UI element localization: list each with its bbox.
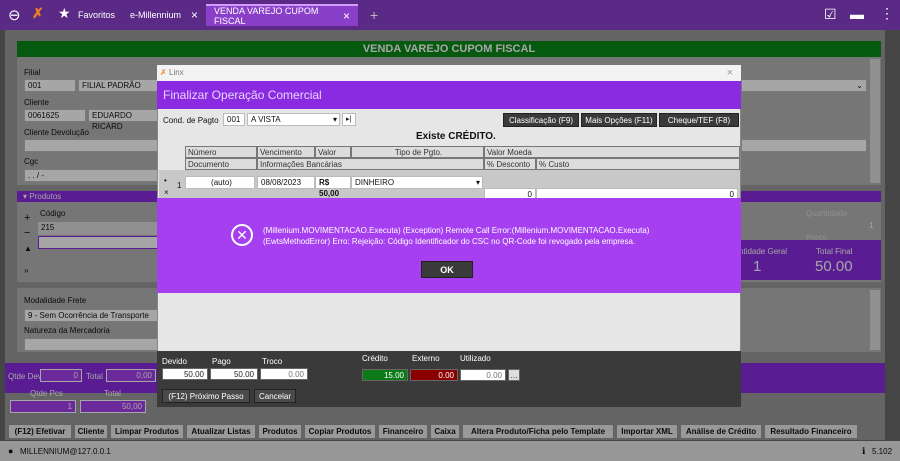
numero-cell[interactable]: (auto) xyxy=(185,176,255,189)
col-desconto: % Desconto xyxy=(484,158,536,170)
new-tab-icon[interactable]: + xyxy=(370,7,378,23)
close-icon[interactable]: × xyxy=(727,65,733,81)
linx-logo-icon: ✗ xyxy=(32,5,44,21)
cond-pagto-code[interactable]: 001 xyxy=(223,113,245,126)
close-icon[interactable]: × xyxy=(343,9,350,23)
tab-active-label: VENDA VAREJO CUPOM FISCAL xyxy=(214,6,319,26)
tab-venda-varejo[interactable]: VENDA VAREJO CUPOM FISCAL × xyxy=(206,4,358,26)
tipo-pgto-value: DINHEIRO xyxy=(355,178,395,187)
error-line-2: (EwtsMethodError) Erro: Rejeição: Código… xyxy=(263,237,636,246)
close-icon[interactable]: × xyxy=(191,8,198,22)
error-banner: ✕ (Millenium.MOVIMENTACAO.Executa) (Exce… xyxy=(157,198,741,293)
credito-label: Crédito xyxy=(362,354,388,363)
col-numero: Número xyxy=(185,146,257,158)
cond-pagto-value: A VISTA xyxy=(251,115,281,124)
mais-opcoes-button[interactable]: Mais Opções (F11) xyxy=(581,113,657,127)
ok-button[interactable]: OK xyxy=(421,261,473,278)
more-menu-icon[interactable]: ⋮ xyxy=(880,5,894,22)
chevron-down-icon: ▾ xyxy=(475,178,480,187)
row-number: 1 xyxy=(177,181,182,190)
row-pointer-icon: • xyxy=(164,176,167,185)
delete-row-icon[interactable]: × xyxy=(164,188,169,197)
cond-pagto-go-button[interactable]: ▸| xyxy=(342,113,356,126)
tab-emillennium-label: e-Millennium xyxy=(130,10,182,20)
utilizado-label: Utilizado xyxy=(460,354,491,363)
pago-value: 50.00 xyxy=(210,368,258,380)
valor-cell[interactable]: R$ 50,00 xyxy=(315,176,351,198)
cancelar-button[interactable]: Cancelar xyxy=(254,389,296,403)
proximo-passo-button[interactable]: (F12) Próximo Passo xyxy=(162,389,250,403)
error-icon: ✕ xyxy=(231,224,253,246)
star-icon: ★ xyxy=(58,5,71,21)
utilizado-more-button[interactable]: … xyxy=(508,369,520,381)
dialog-title: Finalizar Operação Comercial xyxy=(157,81,741,109)
top-bar: ⊖ ✗ ★ Favoritos e-Millennium × VENDA VARE… xyxy=(0,0,900,30)
pago-label: Pago xyxy=(212,357,231,366)
tab-favoritos-label: Favoritos xyxy=(78,10,116,20)
error-line-1: (Millenium.MOVIMENTACAO.Executa) (Except… xyxy=(263,226,650,235)
externo-value: 0.00 xyxy=(410,369,458,381)
cond-pagto-label: Cond. de Pagto xyxy=(163,116,219,125)
chat-icon[interactable]: ▬ xyxy=(850,6,864,22)
back-arrow-icon[interactable]: ⊖ xyxy=(8,6,21,24)
clipboard-icon[interactable]: ☑ xyxy=(824,6,837,23)
tab-emillennium[interactable]: e-Millennium × xyxy=(122,4,206,26)
troco-label: Troco xyxy=(262,357,283,366)
linx-logo-icon: ✗ xyxy=(160,68,167,77)
credito-message: Existe CRÉDITO. xyxy=(416,131,496,142)
classificacao-button[interactable]: Classificação (F9) xyxy=(503,113,579,127)
credito-value: 15.00 xyxy=(362,369,408,381)
externo-label: Externo xyxy=(412,354,440,363)
troco-value: 0.00 xyxy=(260,368,308,380)
vencimento-cell[interactable]: 08/08/2023 xyxy=(257,176,315,189)
utilizado-value: 0.00 xyxy=(460,369,506,381)
col-tipo-pgto: Tipo de Pgto. xyxy=(351,146,484,158)
col-info-bancarias: Informações Bancárias xyxy=(257,158,484,170)
dialog-header: ✗ Linx × xyxy=(157,65,741,81)
col-vencimento: Vencimento xyxy=(257,146,315,158)
cheque-tef-button[interactable]: Cheque/TEF (F8) xyxy=(659,113,739,127)
dialog-brand: Linx xyxy=(169,68,184,77)
devido-value: 50.00 xyxy=(162,368,208,380)
tipo-pgto-select[interactable]: DINHEIRO ▾ xyxy=(351,176,483,189)
devido-label: Devido xyxy=(162,357,187,366)
col-custo: % Custo xyxy=(536,158,740,170)
tab-favoritos[interactable]: Favoritos xyxy=(70,4,123,26)
col-valor: Valor xyxy=(315,146,351,158)
error-message: (Millenium.MOVIMENTACAO.Executa) (Except… xyxy=(263,225,733,247)
col-documento: Documento xyxy=(185,158,257,170)
chevron-down-icon: ▾ xyxy=(332,115,337,124)
cond-pagto-select[interactable]: A VISTA ▾ xyxy=(247,113,340,126)
col-valor-moeda: Valor Moeda xyxy=(484,146,740,158)
